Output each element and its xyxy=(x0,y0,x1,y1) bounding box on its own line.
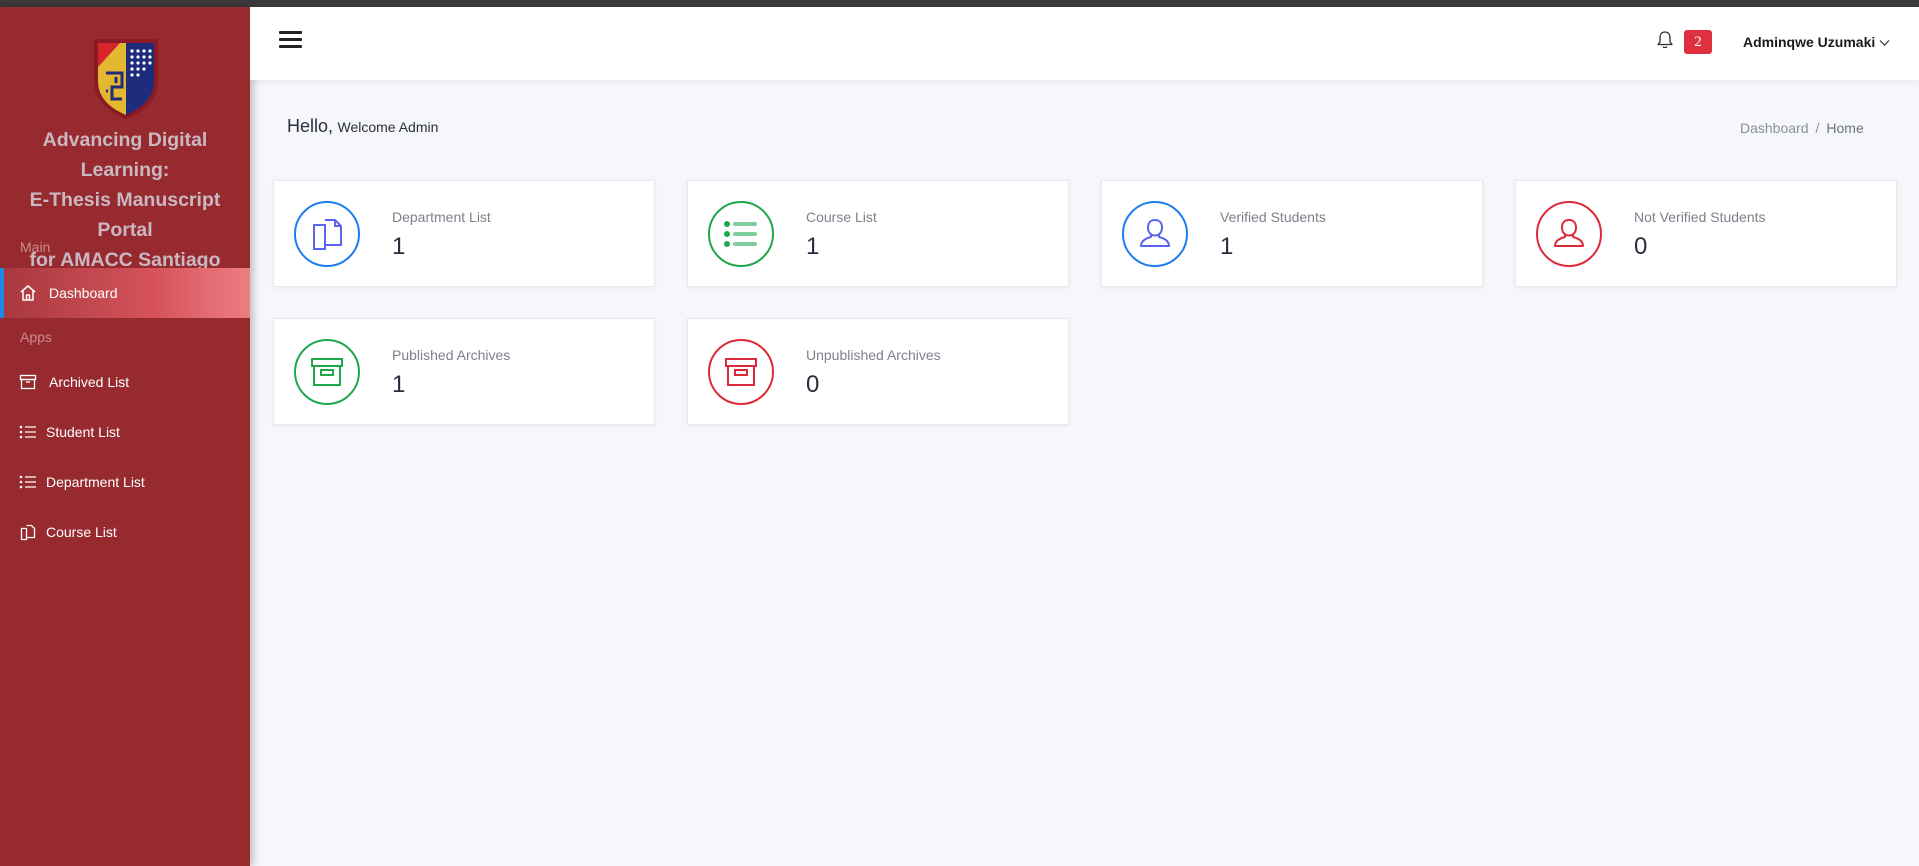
card-value: 1 xyxy=(392,233,406,260)
card-value: 0 xyxy=(1634,233,1648,260)
user-name: Adminqwe Uzumaki xyxy=(1743,34,1876,50)
card-not-verified-students[interactable]: Not Verified Students 0 xyxy=(1515,180,1897,287)
hamburger-menu-icon[interactable] xyxy=(279,31,302,49)
list-icon xyxy=(18,422,38,442)
sidebar: Advancing Digital Learning: E-Thesis Man… xyxy=(0,7,250,866)
section-label-apps: Apps xyxy=(20,329,52,345)
top-header: 2 Adminqwe Uzumaki xyxy=(250,7,1919,80)
notification-badge[interactable]: 2 xyxy=(1684,30,1712,54)
copy-icon xyxy=(294,201,360,267)
breadcrumb-separator: / xyxy=(1815,120,1820,136)
card-label: Unpublished Archives xyxy=(806,347,941,363)
sidebar-item-label: Dashboard xyxy=(49,285,118,301)
card-published-archives[interactable]: Published Archives 1 xyxy=(273,318,655,425)
card-verified-students[interactable]: Verified Students 1 xyxy=(1101,180,1483,287)
user-icon xyxy=(1536,201,1602,267)
sidebar-item-department-list[interactable]: Department List xyxy=(0,457,250,507)
card-value: 0 xyxy=(806,371,820,398)
card-value: 1 xyxy=(1220,233,1234,260)
copy-icon xyxy=(18,522,38,542)
user-menu[interactable]: Adminqwe Uzumaki xyxy=(1743,34,1890,50)
breadcrumb-item-home: Home xyxy=(1826,120,1864,136)
card-course-list[interactable]: Course List 1 xyxy=(687,180,1069,287)
list-icon xyxy=(18,472,38,492)
sidebar-item-archived-list[interactable]: Archived List xyxy=(0,357,250,407)
card-label: Published Archives xyxy=(392,347,511,363)
breadcrumb: Dashboard / Home xyxy=(1740,120,1864,136)
breadcrumb-item-dashboard[interactable]: Dashboard xyxy=(1740,120,1809,136)
card-label: Department List xyxy=(392,209,491,225)
brand-title-line: Advancing Digital Learning: xyxy=(42,129,208,181)
card-unpublished-archives[interactable]: Unpublished Archives 0 xyxy=(687,318,1069,425)
greeting-title: Hello, xyxy=(287,116,334,136)
section-label-main: Main xyxy=(20,239,51,255)
sidebar-item-course-list[interactable]: Course List xyxy=(0,507,250,557)
page-greeting: Hello, Welcome Admin xyxy=(287,116,438,137)
sidebar-item-dashboard[interactable]: Dashboard xyxy=(0,268,250,318)
sidebar-item-label: Archived List xyxy=(49,374,130,390)
user-icon xyxy=(1122,201,1188,267)
card-value: 1 xyxy=(392,371,406,398)
archive-icon xyxy=(708,339,774,405)
bell-icon[interactable] xyxy=(1656,30,1674,50)
sidebar-item-student-list[interactable]: Student List xyxy=(0,407,250,457)
chevron-down-icon xyxy=(1879,34,1890,50)
card-label: Course List xyxy=(806,209,877,225)
archive-icon xyxy=(18,372,38,392)
card-value: 1 xyxy=(806,233,820,260)
brand-title-line: E-Thesis Manuscript Portal xyxy=(29,189,221,241)
archive-icon xyxy=(294,339,360,405)
card-label: Not Verified Students xyxy=(1634,209,1766,225)
browser-top-strip xyxy=(0,0,1919,7)
greeting-subtitle: Welcome Admin xyxy=(337,119,439,135)
card-department-list[interactable]: Department List 1 xyxy=(273,180,655,287)
sidebar-item-label: Student List xyxy=(46,424,120,440)
school-logo xyxy=(94,39,158,119)
card-label: Verified Students xyxy=(1220,209,1326,225)
sidebar-item-label: Course List xyxy=(46,524,117,540)
sidebar-item-label: Department List xyxy=(46,474,145,490)
home-icon xyxy=(18,283,38,303)
list-icon xyxy=(708,201,774,267)
